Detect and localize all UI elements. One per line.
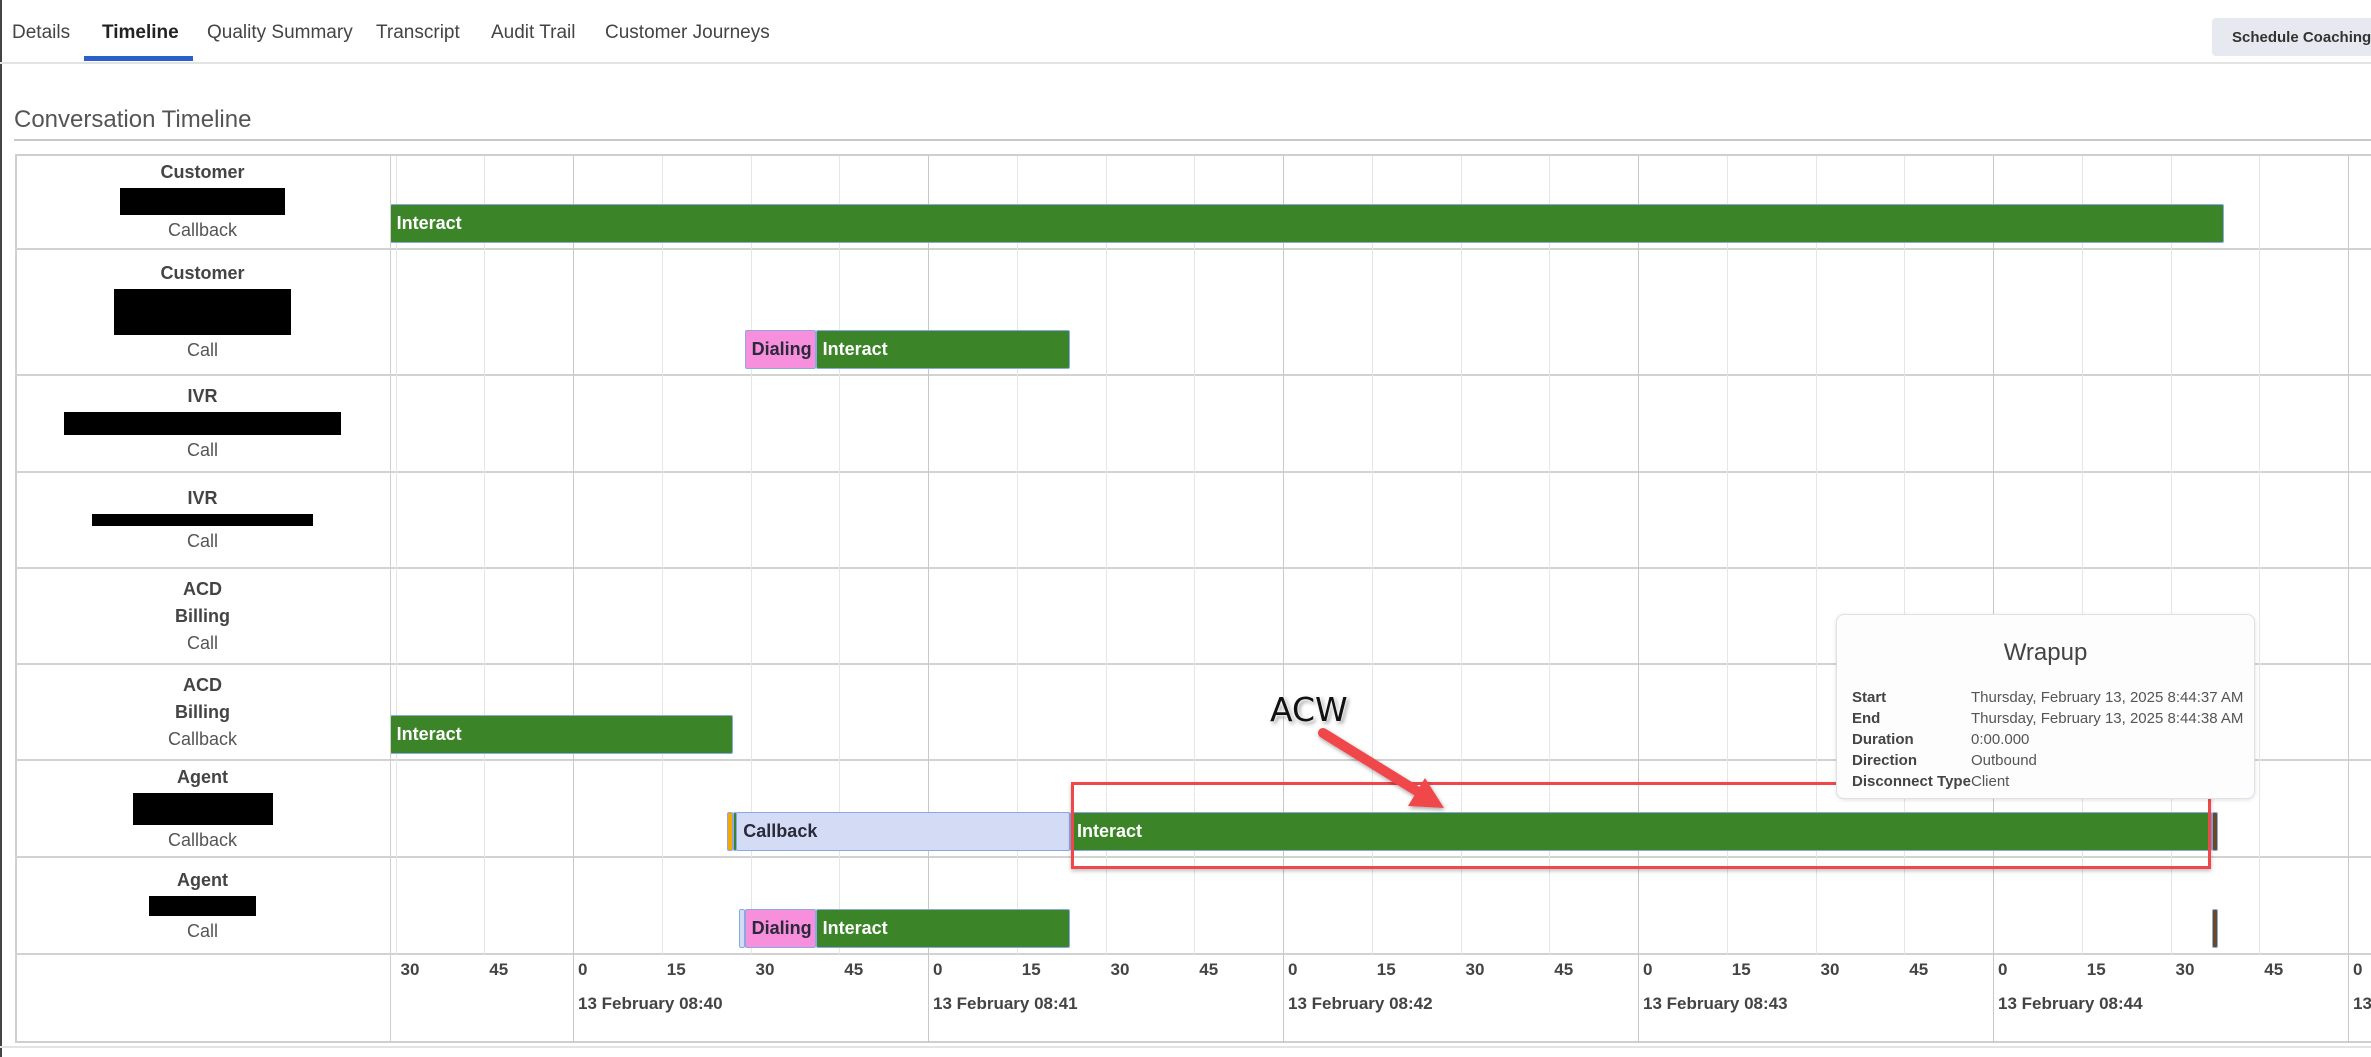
divider <box>0 1046 2371 1048</box>
tooltip-value: Thursday, February 13, 2025 8:44:38 AM <box>1971 710 2244 727</box>
tooltip-key: Duration <box>1852 731 1914 748</box>
annotation-arrow-icon <box>1318 728 1444 808</box>
tooltip-value: Thursday, February 13, 2025 8:44:37 AM <box>1971 689 2244 706</box>
tooltip-value: Client <box>1971 773 2010 790</box>
segment-tooltip: Wrapup Start Thursday, February 13, 2025… <box>1836 614 2255 799</box>
tooltip-value: Outbound <box>1971 752 2037 769</box>
tooltip-key: Disconnect Type <box>1852 773 1971 790</box>
tooltip-key: Start <box>1852 689 1887 706</box>
tooltip-key: Direction <box>1852 752 1918 769</box>
tooltip-title: Wrapup <box>2003 639 2088 666</box>
tooltip-key: End <box>1852 710 1881 727</box>
tooltip-value: 0:00.000 <box>1971 731 2030 748</box>
